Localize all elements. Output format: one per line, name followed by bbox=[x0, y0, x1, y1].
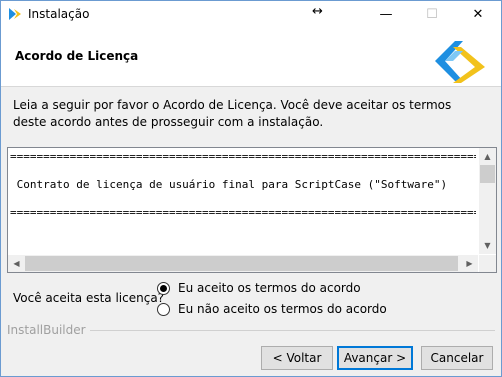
scrollbar-corner bbox=[479, 255, 496, 272]
decline-label[interactable]: Eu não aceito os termos do acordo bbox=[178, 302, 387, 316]
page-header: Acordo de Licença bbox=[1, 29, 501, 87]
vertical-scroll-thumb[interactable] bbox=[480, 165, 495, 183]
maximize-button[interactable]: ☐ bbox=[409, 1, 455, 29]
radio-unchecked-icon[interactable] bbox=[157, 302, 170, 316]
installer-window: Instalação ↔ — ☐ ✕ Acordo de Licença Lei… bbox=[0, 0, 502, 377]
license-textbox[interactable]: ========================================… bbox=[7, 147, 497, 273]
horizontal-scroll-thumb[interactable] bbox=[25, 256, 458, 271]
license-separator-bottom: ========================================… bbox=[10, 206, 476, 219]
installbuilder-logo-icon bbox=[435, 41, 485, 83]
accept-label[interactable]: Eu aceito os termos do acordo bbox=[178, 281, 361, 295]
installbuilder-brand: InstallBuilder bbox=[7, 323, 90, 337]
license-separator-top: ========================================… bbox=[10, 150, 476, 163]
instructions-text: Leia a seguir por favor o Acordo de Lice… bbox=[13, 98, 452, 129]
app-icon bbox=[9, 8, 21, 20]
move-icon: ↔ bbox=[312, 4, 323, 19]
license-line: Contrato de licença de usuário final par… bbox=[10, 178, 448, 191]
vertical-scrollbar[interactable]: ▲ ▼ bbox=[479, 148, 496, 254]
accept-question: Você aceita esta licença? bbox=[13, 291, 165, 305]
close-button[interactable]: ✕ bbox=[455, 1, 501, 29]
horizontal-scrollbar[interactable]: ◀ ▶ bbox=[8, 255, 478, 272]
back-button[interactable]: < Voltar bbox=[261, 346, 333, 370]
decline-radio-option[interactable]: Eu não aceito os termos do acordo bbox=[157, 300, 387, 318]
cancel-button[interactable]: Cancelar bbox=[421, 346, 493, 370]
minimize-button[interactable]: — bbox=[363, 1, 409, 29]
scroll-down-icon[interactable]: ▼ bbox=[479, 237, 496, 254]
radio-checked-icon[interactable] bbox=[157, 281, 170, 295]
scroll-right-icon[interactable]: ▶ bbox=[461, 255, 478, 272]
window-title: Instalação bbox=[28, 7, 90, 21]
scroll-left-icon[interactable]: ◀ bbox=[8, 255, 25, 272]
next-button[interactable]: Avançar > bbox=[337, 346, 413, 370]
title-bar[interactable]: Instalação ↔ — ☐ ✕ bbox=[1, 1, 501, 29]
accept-radio-option[interactable]: Eu aceito os termos do acordo bbox=[157, 279, 361, 297]
scroll-up-icon[interactable]: ▲ bbox=[479, 148, 496, 165]
page-title: Acordo de Licença bbox=[15, 49, 139, 63]
license-text: ========================================… bbox=[10, 150, 476, 254]
